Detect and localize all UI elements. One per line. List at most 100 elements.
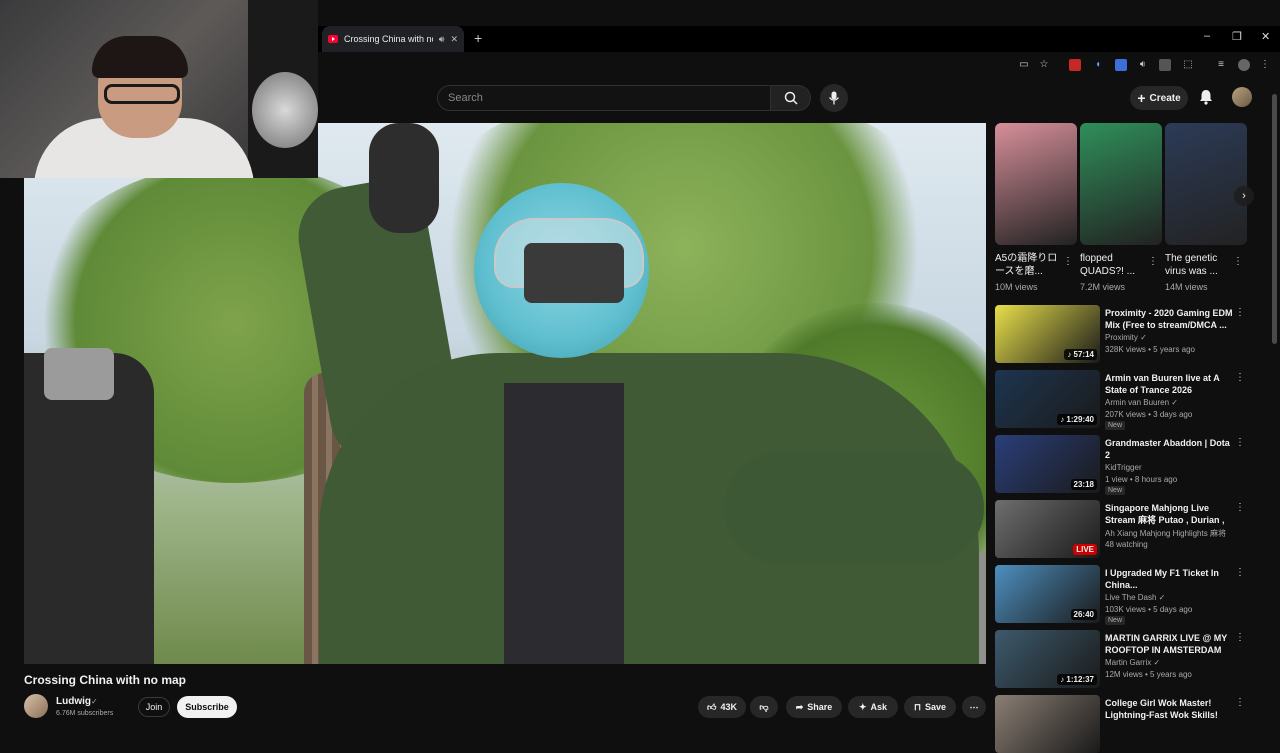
- search-icon: [784, 91, 798, 105]
- shorts-next-button[interactable]: ›: [1234, 186, 1254, 206]
- dislike-button[interactable]: 👎︎: [750, 696, 778, 718]
- tab-title: Crossing China with no map: [344, 34, 433, 44]
- recommendation-item[interactable]: 23:18 Grandmaster Abaddon | Dota 2 KidTrig…: [995, 435, 1257, 495]
- short-thumbnail[interactable]: [995, 123, 1077, 245]
- recommendation-title[interactable]: College Girl Wok Master! Lightning-Fast …: [1105, 697, 1235, 721]
- thumbs-down-icon: 👎︎: [759, 701, 769, 712]
- voice-search-button[interactable]: [820, 84, 848, 112]
- subscribe-button[interactable]: Subscribe: [177, 696, 237, 718]
- duration-badge: ♪ 57:14: [1064, 349, 1097, 360]
- video-thumbnail[interactable]: 23:18: [995, 435, 1100, 493]
- search-placeholder: Search: [448, 92, 483, 104]
- short-thumbnail[interactable]: [1165, 123, 1247, 245]
- recommendation-title[interactable]: Grandmaster Abaddon | Dota 2: [1105, 437, 1235, 461]
- recommendation-item[interactable]: College Girl Wok Master! Lightning-Fast …: [995, 695, 1257, 753]
- save-label: Save: [925, 702, 947, 712]
- video-thumbnail[interactable]: ♪ 1:12:37: [995, 630, 1100, 688]
- short-more-icon[interactable]: ⋮: [1063, 256, 1073, 267]
- recommendation-meta: 328K views • 5 years ago: [1105, 345, 1195, 354]
- more-options-icon[interactable]: ⋮: [1235, 372, 1245, 383]
- new-badge: New: [1105, 616, 1126, 625]
- like-button[interactable]: 👍︎ 43K: [698, 696, 746, 718]
- video-player[interactable]: [24, 123, 986, 664]
- profile-icon[interactable]: [1238, 59, 1250, 71]
- media-control-icon[interactable]: ≡: [1215, 59, 1227, 71]
- minimize-button[interactable]: –: [1204, 30, 1210, 42]
- recommendation-title[interactable]: Armin van Buuren live at A State of Tran…: [1105, 372, 1235, 396]
- recommendation-channel[interactable]: Live The Dash ✓: [1105, 593, 1165, 602]
- search-input[interactable]: Search: [437, 85, 771, 111]
- duration-badge: 26:40: [1070, 609, 1097, 620]
- menu-dots-icon[interactable]: ⋮: [1259, 59, 1271, 71]
- recommendation-channel[interactable]: KidTrigger: [1105, 463, 1142, 472]
- join-button[interactable]: Join: [138, 697, 170, 717]
- short-title[interactable]: A5の霜降りロースを磨...: [995, 252, 1063, 278]
- more-options-icon[interactable]: ⋮: [1235, 632, 1245, 643]
- close-window-button[interactable]: ✕: [1261, 30, 1270, 43]
- channel-avatar[interactable]: [24, 694, 48, 718]
- extension-icon[interactable]: [1159, 59, 1171, 71]
- new-tab-button[interactable]: +: [474, 30, 482, 46]
- video-thumbnail[interactable]: LIVE: [995, 500, 1100, 558]
- video-thumbnail[interactable]: 26:40: [995, 565, 1100, 623]
- page-scrollbar[interactable]: [1272, 94, 1277, 344]
- recommendation-channel[interactable]: Martin Garrix ✓: [1105, 658, 1160, 667]
- recommendation-item[interactable]: ♪ 1:12:37 MARTIN GARRIX LIVE @ MY ROOFTOP…: [995, 630, 1257, 688]
- share-button[interactable]: ➦ Share: [786, 696, 842, 718]
- more-options-icon[interactable]: ⋮: [1235, 567, 1245, 578]
- notifications-bell-icon[interactable]: [1197, 88, 1215, 106]
- short-more-icon[interactable]: ⋮: [1148, 256, 1158, 267]
- video-thumbnail[interactable]: ♪ 57:14: [995, 305, 1100, 363]
- create-label: Create: [1149, 92, 1181, 104]
- more-options-icon[interactable]: ⋮: [1235, 307, 1245, 318]
- more-options-icon[interactable]: ⋮: [1235, 437, 1245, 448]
- recommendation-channel[interactable]: Armin van Buuren ✓: [1105, 398, 1178, 407]
- recommendation-title[interactable]: Proximity - 2020 Gaming EDM Mix (Free to…: [1105, 307, 1235, 331]
- subscriber-count: 6.76M subscribers: [56, 710, 114, 717]
- recommendation-channel[interactable]: Proximity ✓: [1105, 333, 1147, 342]
- recommendation-meta: 1 view • 8 hours ago: [1105, 475, 1178, 484]
- volume-extension-icon[interactable]: 🔉︎: [1137, 59, 1149, 71]
- recommendation-meta: 48 watching: [1105, 540, 1148, 549]
- webcam-overlay: [0, 0, 318, 178]
- more-actions-button[interactable]: ⋯: [962, 696, 986, 718]
- tab-active[interactable]: Crossing China with no map 🔊︎ ✕: [322, 26, 464, 52]
- short-thumbnail[interactable]: [1080, 123, 1162, 245]
- sparkle-icon: ✦: [858, 701, 867, 712]
- tab-close-icon[interactable]: ✕: [450, 34, 458, 45]
- bookmark-star-icon[interactable]: ☆: [1038, 59, 1050, 71]
- ask-button[interactable]: ✦ Ask: [848, 696, 898, 718]
- more-options-icon[interactable]: ⋮: [1235, 502, 1245, 513]
- speaker-icon[interactable]: 🔊︎: [439, 34, 445, 45]
- recommendation-title[interactable]: MARTIN GARRIX LIVE @ MY ROOFTOP IN AMSTE…: [1105, 632, 1235, 656]
- save-button[interactable]: ⊓ Save: [904, 696, 956, 718]
- extensions-puzzle-icon[interactable]: ⬚: [1182, 59, 1194, 71]
- gmail-extension-icon[interactable]: [1069, 59, 1081, 71]
- like-count: 43K: [720, 702, 737, 712]
- create-button[interactable]: + Create: [1130, 86, 1188, 110]
- more-options-icon[interactable]: ⋮: [1235, 697, 1245, 708]
- video-thumbnail[interactable]: [995, 695, 1100, 753]
- recommendation-meta: 103K views • 5 days ago: [1105, 605, 1193, 614]
- channel-name[interactable]: Ludwig: [56, 696, 91, 707]
- short-more-icon[interactable]: ⋮: [1233, 256, 1243, 267]
- restore-button[interactable]: ❐: [1232, 30, 1242, 43]
- search-button[interactable]: [771, 85, 811, 111]
- account-avatar[interactable]: [1232, 87, 1252, 107]
- share-label: Share: [807, 702, 833, 712]
- recommendation-title[interactable]: Singapore Mahjong Live Stream 麻将 Putao ,…: [1105, 502, 1235, 526]
- ask-label: Ask: [870, 702, 888, 712]
- recommendation-channel[interactable]: Ah Xiang Mahjong Highlights 麻将: [1105, 528, 1226, 539]
- recommendation-title[interactable]: I Upgraded My F1 Ticket In China...: [1105, 567, 1235, 591]
- extension-icon[interactable]: [1115, 59, 1127, 71]
- short-title[interactable]: flopped QUADS?! ...: [1080, 252, 1148, 278]
- recommendation-item[interactable]: 26:40 I Upgraded My F1 Ticket In China...…: [995, 565, 1257, 625]
- audio-extension-icon[interactable]: ◖: [1092, 59, 1104, 71]
- short-title[interactable]: The genetic virus was ...: [1165, 252, 1233, 278]
- recommendation-item[interactable]: LIVE Singapore Mahjong Live Stream 麻将 Put…: [995, 500, 1257, 558]
- desk-fan: [252, 72, 318, 148]
- recommendation-item[interactable]: ♪ 57:14 Proximity - 2020 Gaming EDM Mix (…: [995, 305, 1257, 363]
- recommendation-item[interactable]: ♪ 1:29:40 Armin van Buuren live at A Stat…: [995, 370, 1257, 430]
- cast-icon[interactable]: ▭: [1018, 59, 1030, 71]
- video-thumbnail[interactable]: ♪ 1:29:40: [995, 370, 1100, 428]
